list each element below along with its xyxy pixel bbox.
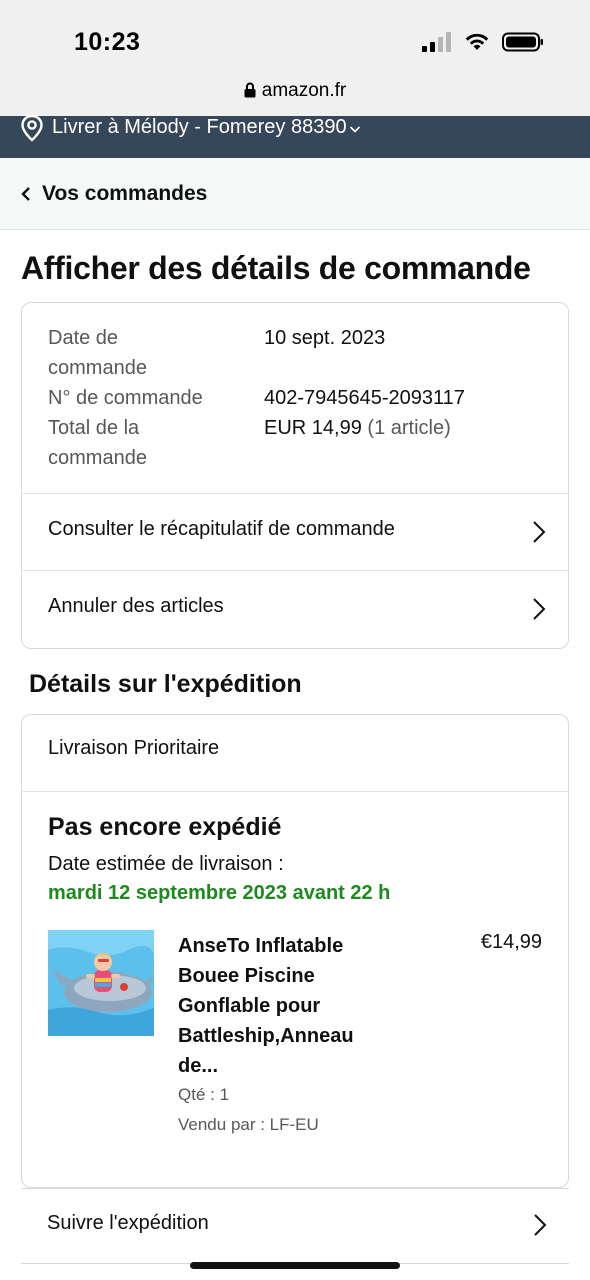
product-price: €14,99 (480, 931, 542, 953)
shipment-status: Pas encore expédié (48, 813, 282, 841)
status-bar: 10:23 amazon.fr (0, 0, 590, 116)
shipment-card: Livraison Prioritaire Pas encore expédié… (21, 714, 569, 1188)
order-total-amount: EUR 14,99 (264, 417, 362, 439)
order-number-label: N° de commande (48, 387, 203, 409)
wifi-icon (465, 33, 489, 50)
product-quantity: Qté : 1 (178, 1085, 230, 1104)
divider (22, 791, 568, 792)
chevron-right-icon (534, 1214, 547, 1236)
order-number-value: 402-7945645-2093117 (264, 387, 465, 409)
url-bar[interactable]: amazon.fr (0, 80, 590, 102)
track-shipment-link[interactable]: Suivre l'expédition (21, 1188, 569, 1264)
shipping-type: Livraison Prioritaire (48, 737, 220, 759)
cancel-items-link[interactable]: Annuler des articles (22, 570, 568, 647)
chevron-left-icon (21, 187, 30, 201)
back-to-orders-link[interactable]: Vos commandes (0, 158, 590, 230)
order-total-value: EUR 14,99 (1 article) (264, 413, 451, 443)
chevron-right-icon (533, 521, 546, 543)
shipment-section-title: Détails sur l'expédition (29, 670, 302, 698)
page-title: Afficher des détails de commande (21, 250, 531, 286)
view-order-summary-label: Consulter le récapitulatif de commande (48, 518, 395, 540)
location-pin-icon (21, 114, 43, 142)
order-total-label: Total de la commande (48, 417, 147, 469)
product-image[interactable] (48, 930, 154, 1036)
deliver-to-bar[interactable]: Livrer à Mélody - Fomerey 88390 (0, 114, 590, 158)
order-item-count: (1 article) (367, 417, 451, 439)
estimated-delivery-date: mardi 12 septembre 2023 avant 22 h (48, 882, 391, 904)
view-order-summary-link[interactable]: Consulter le récapitulatif de commande (22, 493, 568, 570)
url-text: amazon.fr (261, 80, 347, 101)
cancel-items-label: Annuler des articles (48, 595, 224, 617)
status-icons (422, 32, 544, 52)
order-date-label: Date de commande (48, 327, 147, 379)
product-image-art (48, 930, 154, 1036)
estimated-delivery-label: Date estimée de livraison : (48, 853, 284, 875)
product-seller: Vendu par : LF-EU (178, 1115, 319, 1134)
product-title-link[interactable]: AnseTo Inflatable Bouee Piscine Gonflabl… (178, 931, 398, 1081)
home-indicator[interactable] (190, 1262, 400, 1269)
cellular-signal-icon (422, 32, 451, 52)
battery-icon (502, 32, 543, 52)
order-summary-card: Date de commande 10 sept. 2023 N° de com… (21, 302, 569, 649)
deliver-to-text: Livrer à Mélody - Fomerey 88390 (52, 116, 347, 138)
back-label: Vos commandes (42, 182, 208, 205)
lock-icon (244, 82, 256, 98)
order-date-value: 10 sept. 2023 (264, 327, 386, 349)
chevron-down-icon (349, 126, 361, 133)
status-time: 10:23 (74, 28, 141, 56)
chevron-right-icon (533, 598, 546, 620)
track-shipment-label: Suivre l'expédition (47, 1212, 209, 1234)
